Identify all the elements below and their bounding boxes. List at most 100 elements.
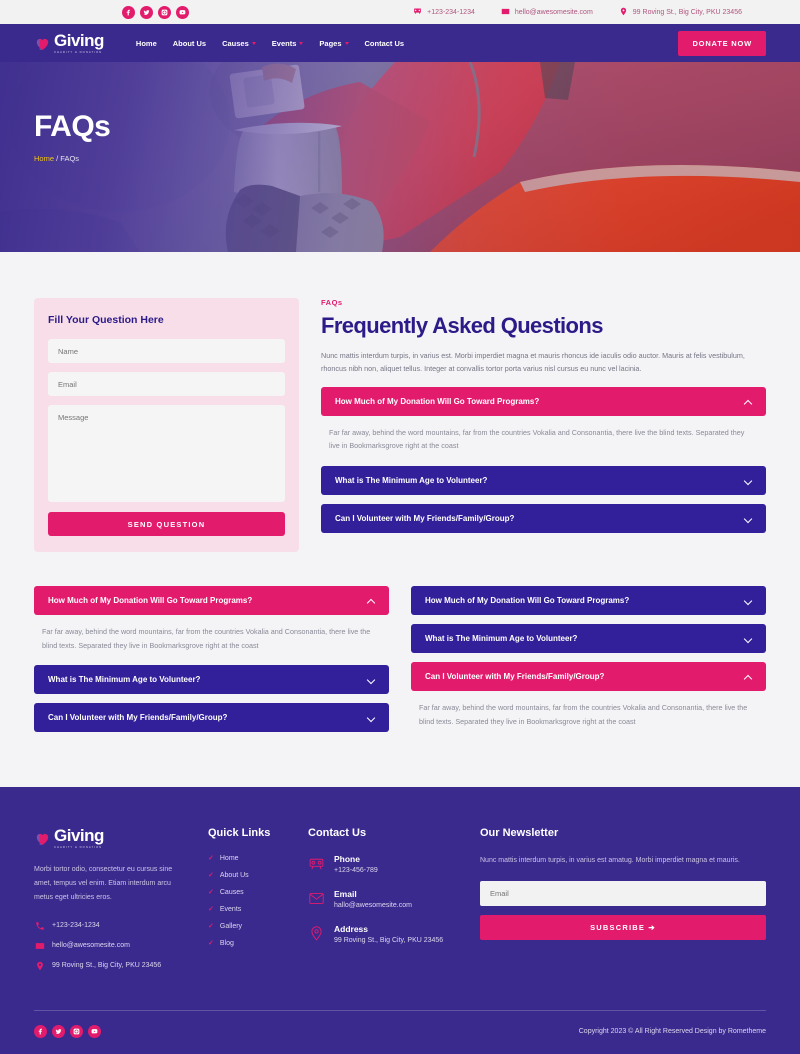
chevron-down-icon xyxy=(745,477,752,484)
newsletter-description: Nunc mattis interdum turpis, in varius e… xyxy=(480,857,740,865)
chevron-down-icon xyxy=(251,41,256,45)
footer-email[interactable]: hello@awesomesite.com xyxy=(34,940,186,951)
faq-intro-column: FAQs Frequently Asked Questions Nunc mat… xyxy=(321,298,766,542)
accordion-item: Can I Volunteer with My Friends/Family/G… xyxy=(321,503,766,533)
accordion-answer: Far far away, behind the word mountains,… xyxy=(42,627,371,650)
check-icon: ✓ xyxy=(208,889,214,897)
top-social-links xyxy=(122,5,189,19)
chevron-up-icon xyxy=(745,673,752,680)
accordion-header-group[interactable]: Can I Volunteer with My Friends/Family/G… xyxy=(34,703,389,733)
topbar-phone[interactable]: +123-234-1234 xyxy=(413,7,475,18)
accordion-question: What is The Minimum Age to Volunteer? xyxy=(48,675,201,685)
email-input[interactable] xyxy=(48,372,285,396)
facebook-icon[interactable] xyxy=(122,5,135,19)
accordion-question: What is The Minimum Age to Volunteer? xyxy=(335,475,488,485)
topbar-address[interactable]: 99 Roving St., Big City, PKU 23456 xyxy=(619,7,742,18)
footer-logo[interactable]: Giving CHARITY & DONATION xyxy=(34,827,186,849)
quick-link-events[interactable]: ✓ Events xyxy=(208,905,286,914)
accordion-header-donation[interactable]: How Much of My Donation Will Go Toward P… xyxy=(34,586,389,615)
envelope-icon xyxy=(308,889,325,912)
nav-item-contact-us[interactable]: Contact Us xyxy=(365,39,405,48)
faq-kicker: FAQs xyxy=(321,298,343,307)
page-title: FAQs xyxy=(34,110,111,143)
accordion-answer: Far far away, behind the word mountains,… xyxy=(329,427,745,451)
quick-links-title: Quick Links xyxy=(208,827,271,840)
logo-wordmark: Giving xyxy=(54,31,104,50)
logo-tagline: CHARITY & DONATION xyxy=(54,50,103,54)
phone-icon xyxy=(34,920,45,931)
quick-link-causes[interactable]: ✓ Causes xyxy=(208,888,286,897)
quick-link-label: Home xyxy=(219,854,239,862)
accordion-header-age[interactable]: What is The Minimum Age to Volunteer? xyxy=(411,624,766,653)
faq-heading: Frequently Asked Questions xyxy=(321,313,603,338)
nav-item-home[interactable]: Home xyxy=(136,39,157,48)
main-content: Fill Your Question Here SEND QUESTION FA… xyxy=(0,252,800,788)
footer-contact-phone[interactable]: Phone +123-456-789 xyxy=(308,854,458,877)
arrow-right-icon: ➔ xyxy=(648,922,656,932)
newsletter-email-input[interactable] xyxy=(480,880,766,906)
topbar-address-text: 99 Roving St., Big City, PKU 23456 xyxy=(632,8,742,16)
faq-intro-text: Nunc mattis interdum turpis, in varius e… xyxy=(321,351,745,374)
nav-label: Home xyxy=(135,38,157,48)
nav-item-causes[interactable]: Causes xyxy=(222,39,256,48)
send-question-button[interactable]: SEND QUESTION xyxy=(48,512,285,536)
topbar-email[interactable]: hello@awesomesite.com xyxy=(501,7,593,18)
check-icon: ✓ xyxy=(208,872,214,880)
footer-contact-title: Contact Us xyxy=(308,827,367,840)
chevron-down-icon xyxy=(745,635,752,642)
subscribe-button[interactable]: SUBSCRIBE ➔ xyxy=(480,914,766,940)
quick-link-blog[interactable]: ✓ Blog xyxy=(208,939,286,948)
accordion-item: What is The Minimum Age to Volunteer? xyxy=(321,465,766,495)
topbar-email-text: hello@awesomesite.com xyxy=(514,8,593,16)
footer-social-links xyxy=(34,1025,101,1039)
message-textarea[interactable] xyxy=(48,405,285,502)
question-form-card: Fill Your Question Here SEND QUESTION xyxy=(34,298,299,552)
chevron-down-icon xyxy=(368,676,375,683)
accordion-question: How Much of My Donation Will Go Toward P… xyxy=(425,596,630,605)
twitter-icon[interactable] xyxy=(52,1025,65,1039)
footer-address[interactable]: 99 Roving St., Big City, PKU 23456 xyxy=(34,960,186,971)
subscribe-label: SUBSCRIBE xyxy=(590,922,646,932)
site-logo[interactable]: Giving CHARITY & DONATION xyxy=(34,32,104,54)
nav-item-pages[interactable]: Pages xyxy=(319,39,349,48)
accordion-item: What is The Minimum Age to Volunteer? xyxy=(411,624,766,653)
footer-phone[interactable]: +123-234-1234 xyxy=(34,920,186,931)
quick-link-gallery[interactable]: ✓ Gallery xyxy=(208,922,286,931)
accordion-item: How Much of My Donation Will Go Toward P… xyxy=(321,386,766,457)
chevron-down-icon xyxy=(299,41,304,45)
accordion-header-donation[interactable]: How Much of My Donation Will Go Toward P… xyxy=(321,386,766,416)
twitter-icon[interactable] xyxy=(140,5,153,19)
donate-now-button[interactable]: DONATE NOW xyxy=(678,30,766,56)
quick-link-label: About Us xyxy=(219,871,249,879)
footer-email-text: hello@awesomesite.com xyxy=(52,942,130,950)
accordion-header-age[interactable]: What is The Minimum Age to Volunteer? xyxy=(34,665,389,695)
accordion-header-donation[interactable]: How Much of My Donation Will Go Toward P… xyxy=(411,586,766,615)
instagram-icon[interactable] xyxy=(70,1025,83,1039)
quick-link-about-us[interactable]: ✓ About Us xyxy=(208,871,286,880)
footer-contact-address[interactable]: Address 99 Roving St., Big City, PKU 234… xyxy=(308,924,458,947)
accordion-item: Can I Volunteer with My Friends/Family/G… xyxy=(34,703,389,733)
name-input[interactable] xyxy=(48,339,285,363)
quick-link-label: Events xyxy=(219,905,242,913)
quick-link-home[interactable]: ✓ Home xyxy=(208,854,286,863)
accordion-header-group[interactable]: Can I Volunteer with My Friends/Family/G… xyxy=(411,662,766,691)
accordion-header-age[interactable]: What is The Minimum Age to Volunteer? xyxy=(321,465,766,495)
facebook-icon[interactable] xyxy=(34,1025,47,1039)
nav-item-events[interactable]: Events xyxy=(272,39,304,48)
accordion-item: What is The Minimum Age to Volunteer? xyxy=(34,665,389,695)
youtube-icon[interactable] xyxy=(176,5,189,19)
breadcrumb-home-link[interactable]: Home xyxy=(34,154,54,163)
footer-description: Morbi tortor odio, consectetur eu cursus… xyxy=(34,866,173,901)
instagram-icon[interactable] xyxy=(158,5,171,19)
top-contact-info: +123-234-1234 hello@awesomesite.com 99 R… xyxy=(413,7,766,18)
faq-accordion-bottom-right: How Much of My Donation Will Go Toward P… xyxy=(411,586,766,741)
youtube-icon[interactable] xyxy=(88,1025,101,1039)
phone-icon xyxy=(413,7,422,18)
accordion-question: What is The Minimum Age to Volunteer? xyxy=(425,634,578,643)
chevron-down-icon xyxy=(745,597,752,604)
quick-link-label: Blog xyxy=(219,939,234,947)
footer-contact-email[interactable]: Email hallo@awesomesite.com xyxy=(308,889,458,912)
check-icon: ✓ xyxy=(208,855,214,863)
nav-item-about-us[interactable]: About Us xyxy=(173,39,206,48)
accordion-header-group[interactable]: Can I Volunteer with My Friends/Family/G… xyxy=(321,503,766,533)
